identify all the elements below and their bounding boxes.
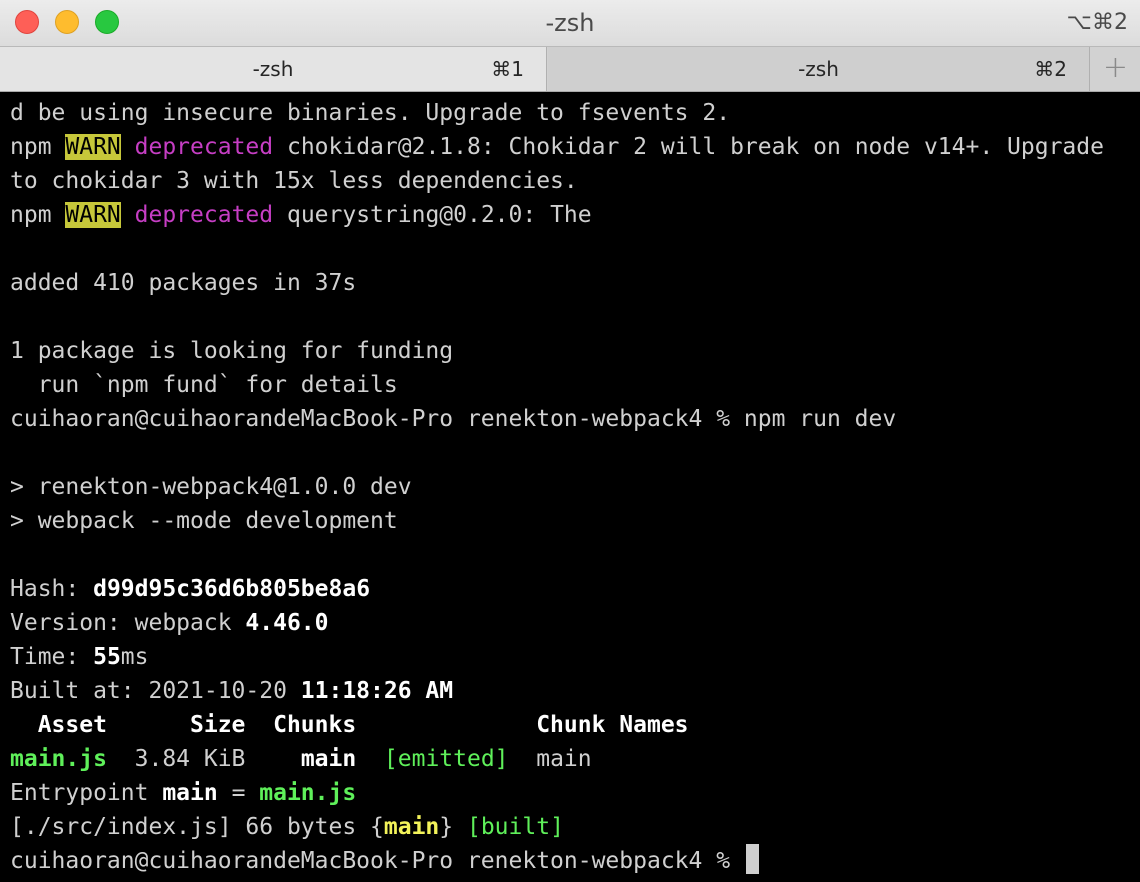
tab-label: -zsh — [798, 57, 839, 81]
title-bar: -zsh ⌥⌘2 — [0, 0, 1140, 46]
webpack-version: 4.46.0 — [245, 610, 329, 636]
asset-chunk: main — [300, 746, 357, 772]
terminal-line: run `npm fund` for details — [10, 372, 398, 398]
terminal-line: added 410 packages in 37s — [10, 270, 357, 296]
asset-table-row: main.js 3.84 KiB main [emitted] main — [10, 746, 592, 772]
terminal-line: Entrypoint main = main.js — [10, 780, 357, 806]
terminal-line: Built at: 2021-10-20 11:18:26 AM — [10, 678, 454, 704]
terminal-line: npm WARN deprecated chokidar@2.1.8: Chok… — [10, 134, 1104, 160]
tab-label: -zsh — [252, 57, 294, 81]
terminal-line: d be using insecure binaries. Upgrade to… — [10, 100, 731, 126]
window-shortcut: ⌥⌘2 — [1066, 10, 1128, 35]
terminal-prompt-line: cuihaoran@cuihaorandeMacBook-Pro renekto… — [10, 844, 1130, 878]
warn-badge: WARN — [65, 134, 121, 160]
typed-command: npm run dev — [743, 406, 897, 432]
terminal-prompt-line: cuihaoran@cuihaorandeMacBook-Pro renekto… — [10, 402, 1130, 436]
tab-shortcut: ⌘2 — [1034, 57, 1067, 81]
new-tab-button[interactable]: + — [1091, 47, 1140, 91]
terminal-line: > webpack --mode development — [10, 508, 398, 534]
terminal-output[interactable]: d be using insecure binaries. Upgrade to… — [0, 92, 1140, 882]
build-hash: d99d95c36d6b805be8a6 — [93, 576, 371, 602]
build-time: 55 — [93, 644, 121, 670]
built-tag: [built] — [466, 814, 564, 840]
tab-zsh-1[interactable]: -zsh ⌘1 — [0, 47, 547, 91]
built-at-time: 11:18:26 AM — [300, 678, 454, 704]
emitted-tag: [emitted] — [383, 746, 509, 772]
terminal-line: Version: webpack 4.46.0 — [10, 610, 329, 636]
tab-zsh-2[interactable]: -zsh ⌘2 — [548, 47, 1090, 91]
terminal-line: [./src/index.js] 66 bytes {main} [built] — [10, 814, 564, 840]
warn-badge: WARN — [65, 202, 121, 228]
asset-table-header: Asset Size Chunks Chunk Names — [10, 712, 689, 738]
terminal-line: > renekton-webpack4@1.0.0 dev — [10, 474, 412, 500]
text-cursor — [745, 844, 759, 874]
deprecated-label: deprecated — [134, 134, 274, 160]
terminal-line: to chokidar 3 with 15x less dependencies… — [10, 168, 578, 194]
shell-prompt: cuihaoran@cuihaorandeMacBook-Pro renekto… — [10, 848, 744, 874]
deprecated-label: deprecated — [134, 202, 274, 228]
terminal-line: Time: 55ms — [10, 644, 149, 670]
terminal-line: npm WARN deprecated querystring@0.2.0: T… — [10, 202, 592, 228]
asset-name: main.js — [10, 746, 107, 772]
tab-shortcut: ⌘1 — [491, 57, 524, 81]
tab-bar: -zsh ⌘1 -zsh ⌘2 + — [0, 46, 1140, 92]
shell-prompt: cuihaoran@cuihaorandeMacBook-Pro renekto… — [10, 406, 744, 432]
terminal-line: Hash: d99d95c36d6b805be8a6 — [10, 576, 371, 602]
window-title: -zsh — [545, 9, 595, 37]
terminal-line: 1 package is looking for funding — [10, 338, 454, 364]
